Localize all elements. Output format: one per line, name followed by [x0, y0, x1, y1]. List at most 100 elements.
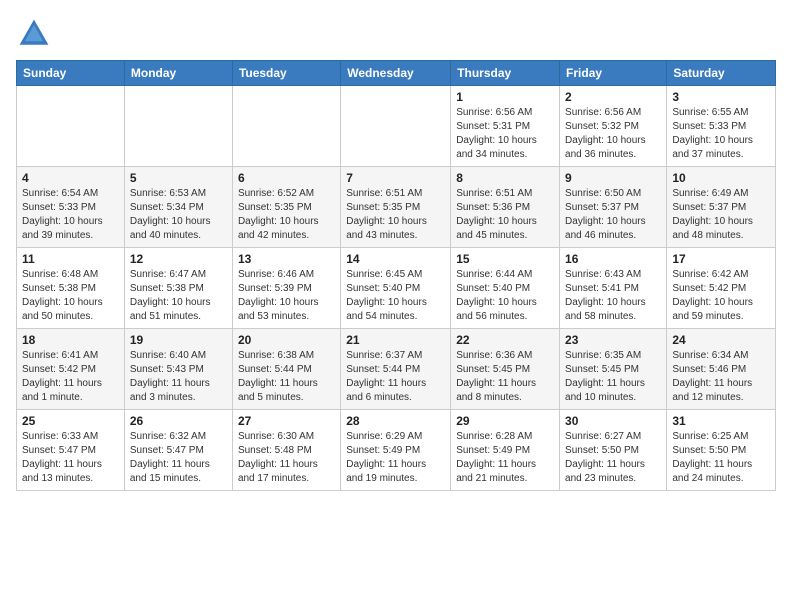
day-info: Sunrise: 6:50 AM Sunset: 5:37 PM Dayligh… [565, 187, 661, 243]
logo-icon [16, 16, 52, 52]
day-info: Sunrise: 6:25 AM Sunset: 5:50 PM Dayligh… [672, 430, 770, 486]
day-info: Sunrise: 6:51 AM Sunset: 5:36 PM Dayligh… [456, 187, 554, 243]
day-number: 26 [130, 414, 227, 428]
day-info: Sunrise: 6:44 AM Sunset: 5:40 PM Dayligh… [456, 268, 554, 324]
calendar-cell: 29 Sunrise: 6:28 AM Sunset: 5:49 PM Dayli… [451, 410, 560, 491]
day-number: 20 [238, 333, 335, 347]
calendar-cell: 19 Sunrise: 6:40 AM Sunset: 5:43 PM Dayli… [124, 329, 232, 410]
calendar-cell: 31 Sunrise: 6:25 AM Sunset: 5:50 PM Dayli… [667, 410, 776, 491]
day-info: Sunrise: 6:55 AM Sunset: 5:33 PM Dayligh… [672, 106, 770, 162]
calendar-cell [17, 86, 125, 167]
calendar-cell [341, 86, 451, 167]
day-info: Sunrise: 6:35 AM Sunset: 5:45 PM Dayligh… [565, 349, 661, 405]
weekday-header-thursday: Thursday [451, 61, 560, 86]
day-info: Sunrise: 6:56 AM Sunset: 5:32 PM Dayligh… [565, 106, 661, 162]
day-number: 23 [565, 333, 661, 347]
day-number: 15 [456, 252, 554, 266]
page-header [16, 16, 776, 52]
day-number: 18 [22, 333, 119, 347]
weekday-header-tuesday: Tuesday [232, 61, 340, 86]
calendar-week-1: 1 Sunrise: 6:56 AM Sunset: 5:31 PM Daylig… [17, 86, 776, 167]
day-info: Sunrise: 6:46 AM Sunset: 5:39 PM Dayligh… [238, 268, 335, 324]
logo [16, 16, 56, 52]
calendar-cell [232, 86, 340, 167]
day-info: Sunrise: 6:36 AM Sunset: 5:45 PM Dayligh… [456, 349, 554, 405]
calendar-cell: 6 Sunrise: 6:52 AM Sunset: 5:35 PM Daylig… [232, 167, 340, 248]
day-info: Sunrise: 6:53 AM Sunset: 5:34 PM Dayligh… [130, 187, 227, 243]
calendar-week-4: 18 Sunrise: 6:41 AM Sunset: 5:42 PM Dayli… [17, 329, 776, 410]
calendar-week-3: 11 Sunrise: 6:48 AM Sunset: 5:38 PM Dayli… [17, 248, 776, 329]
calendar-cell: 18 Sunrise: 6:41 AM Sunset: 5:42 PM Dayli… [17, 329, 125, 410]
calendar-cell: 10Sunrise: 6:49 AM Sunset: 5:37 PM Dayli… [667, 167, 776, 248]
day-info: Sunrise: 6:42 AM Sunset: 5:42 PM Dayligh… [672, 268, 770, 324]
calendar-cell: 4 Sunrise: 6:54 AM Sunset: 5:33 PM Daylig… [17, 167, 125, 248]
calendar-cell: 3 Sunrise: 6:55 AM Sunset: 5:33 PM Daylig… [667, 86, 776, 167]
calendar-cell: 21 Sunrise: 6:37 AM Sunset: 5:44 PM Dayli… [341, 329, 451, 410]
day-number: 10 [672, 171, 770, 185]
day-number: 3 [672, 90, 770, 104]
day-info: Sunrise: 6:51 AM Sunset: 5:35 PM Dayligh… [346, 187, 445, 243]
day-info: Sunrise: 6:43 AM Sunset: 5:41 PM Dayligh… [565, 268, 661, 324]
day-info: Sunrise: 6:54 AM Sunset: 5:33 PM Dayligh… [22, 187, 119, 243]
calendar-cell: 11 Sunrise: 6:48 AM Sunset: 5:38 PM Dayli… [17, 248, 125, 329]
calendar-cell: 8Sunrise: 6:51 AM Sunset: 5:36 PM Daylig… [451, 167, 560, 248]
day-info: Sunrise: 6:27 AM Sunset: 5:50 PM Dayligh… [565, 430, 661, 486]
day-number: 5 [130, 171, 227, 185]
day-number: 24 [672, 333, 770, 347]
day-info: Sunrise: 6:28 AM Sunset: 5:49 PM Dayligh… [456, 430, 554, 486]
calendar-table: SundayMondayTuesdayWednesdayThursdayFrid… [16, 60, 776, 491]
calendar-cell: 17 Sunrise: 6:42 AM Sunset: 5:42 PM Dayli… [667, 248, 776, 329]
day-info: Sunrise: 6:41 AM Sunset: 5:42 PM Dayligh… [22, 349, 119, 405]
calendar-cell: 25 Sunrise: 6:33 AM Sunset: 5:47 PM Dayli… [17, 410, 125, 491]
day-number: 25 [22, 414, 119, 428]
calendar-cell: 20 Sunrise: 6:38 AM Sunset: 5:44 PM Dayli… [232, 329, 340, 410]
day-info: Sunrise: 6:37 AM Sunset: 5:44 PM Dayligh… [346, 349, 445, 405]
calendar-week-5: 25 Sunrise: 6:33 AM Sunset: 5:47 PM Dayli… [17, 410, 776, 491]
day-number: 7 [346, 171, 445, 185]
day-info: Sunrise: 6:47 AM Sunset: 5:38 PM Dayligh… [130, 268, 227, 324]
weekday-header-wednesday: Wednesday [341, 61, 451, 86]
calendar-cell: 9 Sunrise: 6:50 AM Sunset: 5:37 PM Daylig… [560, 167, 667, 248]
day-number: 16 [565, 252, 661, 266]
calendar-cell: 23 Sunrise: 6:35 AM Sunset: 5:45 PM Dayli… [560, 329, 667, 410]
day-info: Sunrise: 6:48 AM Sunset: 5:38 PM Dayligh… [22, 268, 119, 324]
day-info: Sunrise: 6:38 AM Sunset: 5:44 PM Dayligh… [238, 349, 335, 405]
calendar-cell: 22 Sunrise: 6:36 AM Sunset: 5:45 PM Dayli… [451, 329, 560, 410]
weekday-header-friday: Friday [560, 61, 667, 86]
day-info: Sunrise: 6:40 AM Sunset: 5:43 PM Dayligh… [130, 349, 227, 405]
day-number: 30 [565, 414, 661, 428]
day-info: Sunrise: 6:34 AM Sunset: 5:46 PM Dayligh… [672, 349, 770, 405]
day-info: Sunrise: 6:33 AM Sunset: 5:47 PM Dayligh… [22, 430, 119, 486]
day-number: 4 [22, 171, 119, 185]
day-info: Sunrise: 6:56 AM Sunset: 5:31 PM Dayligh… [456, 106, 554, 162]
weekday-header-row: SundayMondayTuesdayWednesdayThursdayFrid… [17, 61, 776, 86]
day-number: 12 [130, 252, 227, 266]
day-number: 28 [346, 414, 445, 428]
day-number: 11 [22, 252, 119, 266]
calendar-cell: 2Sunrise: 6:56 AM Sunset: 5:32 PM Daylig… [560, 86, 667, 167]
calendar-cell: 13Sunrise: 6:46 AM Sunset: 5:39 PM Dayli… [232, 248, 340, 329]
day-info: Sunrise: 6:30 AM Sunset: 5:48 PM Dayligh… [238, 430, 335, 486]
weekday-header-sunday: Sunday [17, 61, 125, 86]
day-number: 21 [346, 333, 445, 347]
weekday-header-saturday: Saturday [667, 61, 776, 86]
day-number: 9 [565, 171, 661, 185]
calendar-body: 1 Sunrise: 6:56 AM Sunset: 5:31 PM Daylig… [17, 86, 776, 491]
day-number: 31 [672, 414, 770, 428]
calendar-cell: 1 Sunrise: 6:56 AM Sunset: 5:31 PM Daylig… [451, 86, 560, 167]
calendar-cell: 14Sunrise: 6:45 AM Sunset: 5:40 PM Dayli… [341, 248, 451, 329]
calendar-cell: 30 Sunrise: 6:27 AM Sunset: 5:50 PM Dayli… [560, 410, 667, 491]
day-info: Sunrise: 6:52 AM Sunset: 5:35 PM Dayligh… [238, 187, 335, 243]
calendar-cell: 15 Sunrise: 6:44 AM Sunset: 5:40 PM Dayli… [451, 248, 560, 329]
day-number: 27 [238, 414, 335, 428]
day-number: 22 [456, 333, 554, 347]
calendar-cell: 24 Sunrise: 6:34 AM Sunset: 5:46 PM Dayli… [667, 329, 776, 410]
day-number: 17 [672, 252, 770, 266]
calendar-cell: 7 Sunrise: 6:51 AM Sunset: 5:35 PM Daylig… [341, 167, 451, 248]
calendar-cell: 12 Sunrise: 6:47 AM Sunset: 5:38 PM Dayli… [124, 248, 232, 329]
day-info: Sunrise: 6:45 AM Sunset: 5:40 PM Dayligh… [346, 268, 445, 324]
day-number: 6 [238, 171, 335, 185]
day-number: 19 [130, 333, 227, 347]
day-number: 1 [456, 90, 554, 104]
day-number: 29 [456, 414, 554, 428]
